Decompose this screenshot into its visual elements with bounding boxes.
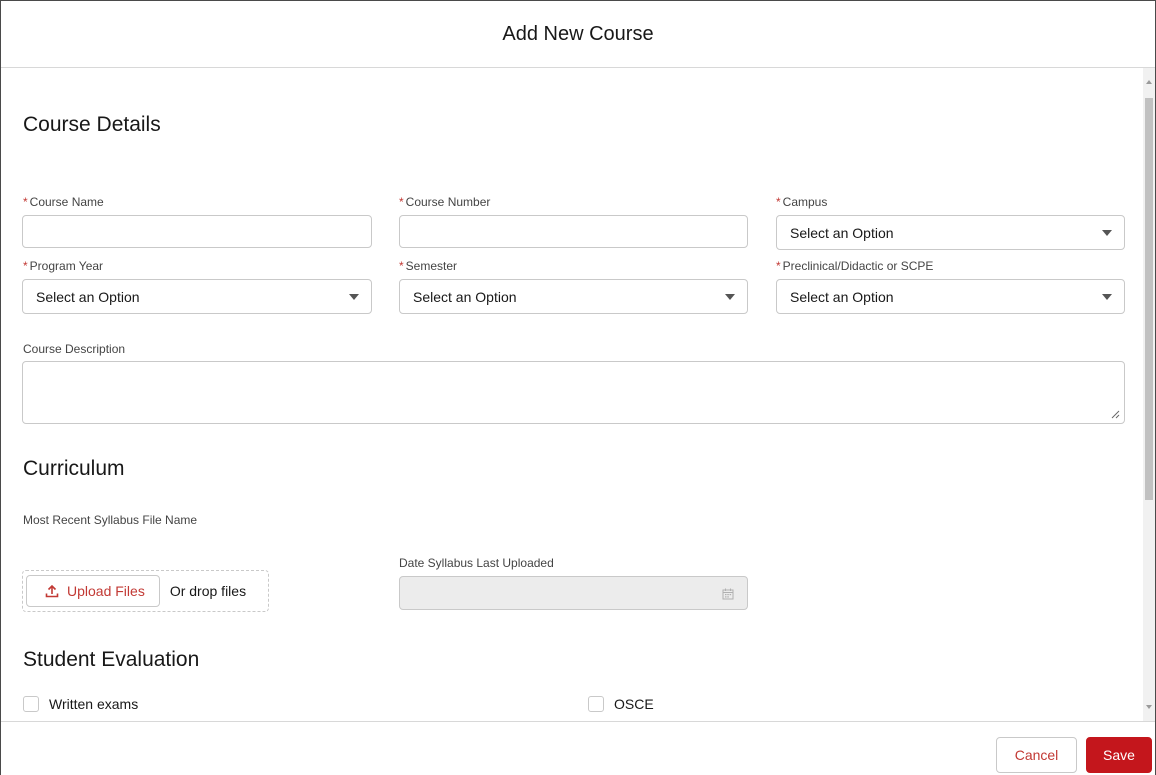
- date-syllabus-label: Date Syllabus Last Uploaded: [399, 556, 554, 570]
- campus-label-text: Campus: [782, 195, 828, 209]
- calendar-icon: [722, 588, 734, 600]
- preclinical-label-text: Preclinical/Didactic or SCPE: [782, 259, 934, 273]
- upload-files-button[interactable]: Upload Files: [26, 575, 160, 607]
- resize-handle-icon[interactable]: [1111, 410, 1120, 419]
- chevron-down-icon: [1102, 230, 1112, 236]
- campus-select[interactable]: Select an Option: [776, 215, 1125, 250]
- file-drop-zone[interactable]: Upload Files Or drop files: [22, 570, 269, 612]
- section-title-student-evaluation: Student Evaluation: [23, 648, 200, 671]
- preclinical-select[interactable]: Select an Option: [776, 279, 1125, 314]
- checkbox-label: OSCE: [614, 696, 654, 712]
- required-mark: *: [399, 259, 404, 273]
- add-course-modal: Add New Course Course Details * Course Na…: [0, 0, 1156, 775]
- upload-icon: [45, 584, 59, 598]
- syllabus-file-label: Most Recent Syllabus File Name: [23, 513, 198, 527]
- semester-label: * Semester: [399, 259, 457, 273]
- course-name-input[interactable]: [22, 215, 372, 248]
- modal-footer: Cancel Save: [1, 721, 1155, 775]
- scroll-down-arrow-icon[interactable]: [1146, 705, 1152, 709]
- vertical-scrollbar[interactable]: [1143, 68, 1155, 721]
- save-button[interactable]: Save: [1086, 737, 1152, 773]
- course-number-label: * Course Number: [399, 195, 490, 209]
- course-number-label-text: Course Number: [405, 195, 491, 209]
- preclinical-label: * Preclinical/Didactic or SCPE: [776, 259, 933, 273]
- preclinical-select-value: Select an Option: [790, 288, 894, 305]
- modal-title: Add New Course: [502, 22, 654, 45]
- section-title-course-details: Course Details: [23, 113, 161, 136]
- course-number-input[interactable]: [399, 215, 748, 248]
- checkbox-written-exams[interactable]: Written exams: [23, 696, 138, 712]
- date-syllabus-input: [399, 576, 748, 610]
- scrollbar-thumb[interactable]: [1145, 98, 1153, 500]
- course-description-label: Course Description: [23, 342, 126, 356]
- course-description-textarea[interactable]: [22, 361, 1125, 424]
- chevron-down-icon: [349, 294, 359, 300]
- semester-label-text: Semester: [405, 259, 458, 273]
- semester-select-value: Select an Option: [413, 288, 517, 305]
- course-name-label-text: Course Name: [29, 195, 104, 209]
- section-title-curriculum: Curriculum: [23, 457, 125, 480]
- required-mark: *: [23, 195, 28, 209]
- chevron-down-icon: [725, 294, 735, 300]
- required-mark: *: [776, 195, 781, 209]
- checkbox-label: Written exams: [49, 696, 139, 712]
- required-mark: *: [776, 259, 781, 273]
- program-year-label: * Program Year: [23, 259, 103, 273]
- semester-select[interactable]: Select an Option: [399, 279, 748, 314]
- program-year-label-text: Program Year: [29, 259, 104, 273]
- upload-files-label: Upload Files: [67, 583, 145, 599]
- course-name-label: * Course Name: [23, 195, 104, 209]
- chevron-down-icon: [1102, 294, 1112, 300]
- checkbox-box[interactable]: [588, 696, 604, 712]
- modal-header: Add New Course: [1, 1, 1155, 68]
- campus-label: * Campus: [776, 195, 827, 209]
- program-year-select-value: Select an Option: [36, 288, 140, 305]
- required-mark: *: [23, 259, 28, 273]
- checkbox-osce[interactable]: OSCE: [588, 696, 654, 712]
- program-year-select[interactable]: Select an Option: [22, 279, 372, 314]
- modal-body[interactable]: Course Details * Course Name * Course Numb…: [1, 68, 1143, 721]
- checkbox-box[interactable]: [23, 696, 39, 712]
- campus-select-value: Select an Option: [790, 224, 894, 241]
- required-mark: *: [399, 195, 404, 209]
- cancel-button[interactable]: Cancel: [996, 737, 1077, 773]
- scroll-up-arrow-icon[interactable]: [1146, 80, 1152, 84]
- drop-files-text: Or drop files: [169, 583, 247, 599]
